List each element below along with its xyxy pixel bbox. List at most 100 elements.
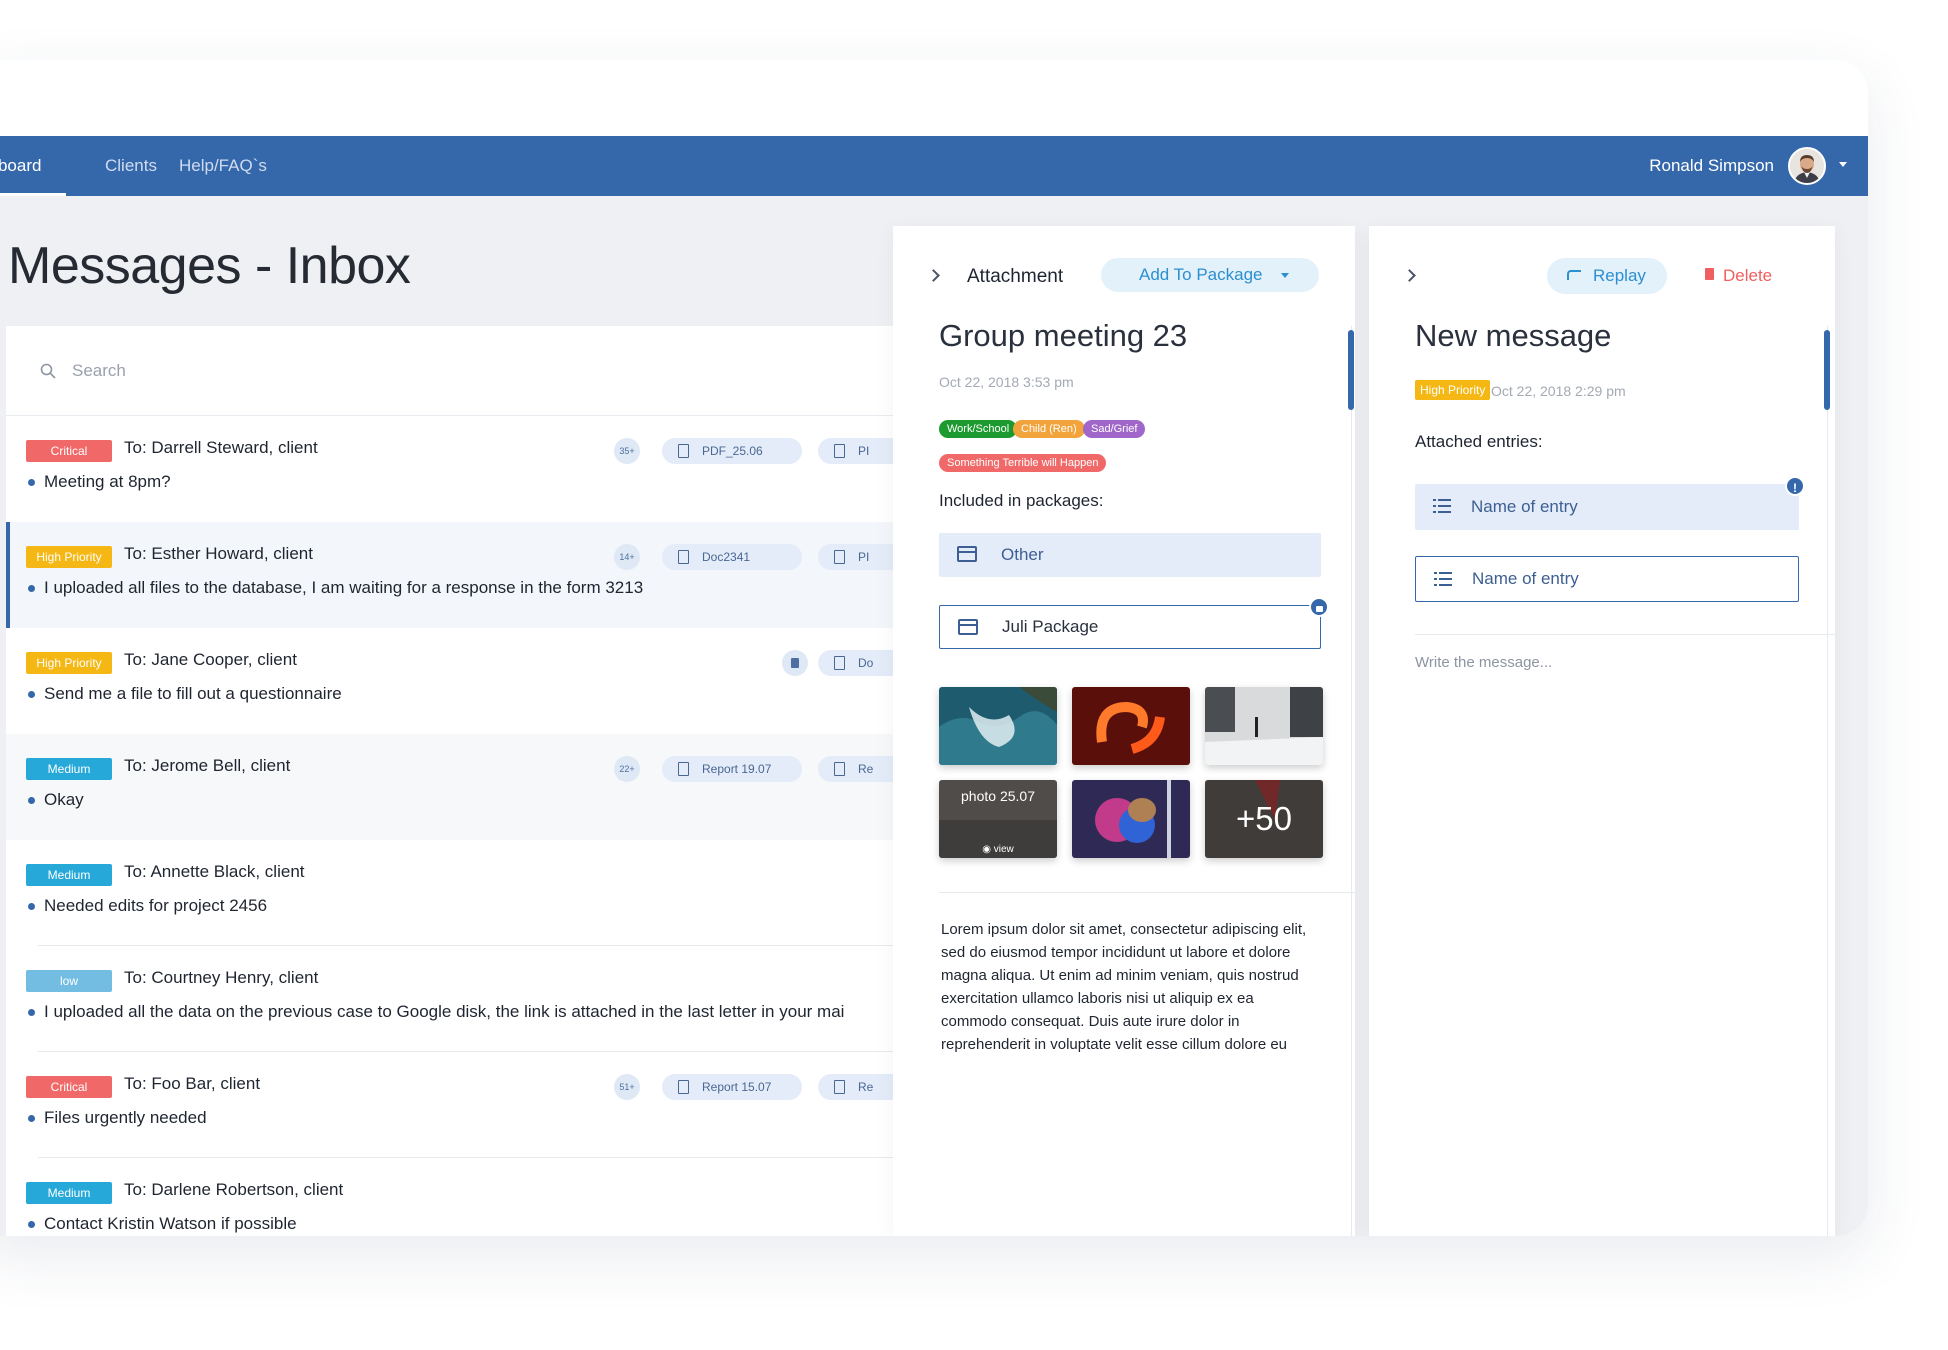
unread-dot xyxy=(28,1115,35,1122)
replay-button[interactable]: Replay xyxy=(1547,258,1667,294)
tag-child-ren[interactable]: Child (Ren) xyxy=(1013,420,1085,438)
trash-icon[interactable] xyxy=(782,650,808,676)
file-attachment-chip[interactable]: PI xyxy=(818,544,896,570)
tab-help-faq[interactable]: Help/FAQ`s xyxy=(179,136,267,196)
message-detail-panel: Attachment Add To Package Group meeting … xyxy=(893,226,1355,1236)
attachment-count[interactable]: 35+ xyxy=(614,438,640,464)
delete-label: Delete xyxy=(1723,266,1773,285)
tag-something-terrible[interactable]: Something Terrible will Happen xyxy=(939,454,1107,472)
file-attachment-chip[interactable]: Report 15.07 xyxy=(662,1074,802,1100)
user-name[interactable]: Ronald Simpson xyxy=(1649,136,1774,196)
message-preview: I uploaded all the data on the previous … xyxy=(44,1002,845,1021)
file-icon xyxy=(678,762,689,776)
photo-thumbnail[interactable] xyxy=(939,687,1057,765)
included-in-packages-label: Included in packages: xyxy=(939,491,1104,510)
file-attachment-chip[interactable]: Do xyxy=(818,650,896,676)
message-title: Group meeting 23 xyxy=(939,318,1188,353)
entry-name: Name of entry xyxy=(1472,569,1579,588)
scrollbar-track xyxy=(1827,326,1828,1236)
message-row[interactable]: High Priority To: Jane Cooper, client Se… xyxy=(6,628,896,734)
add-to-package-dropdown[interactable]: Add To Package xyxy=(1101,258,1319,292)
colorful-photo xyxy=(1072,780,1190,858)
scrollbar-track xyxy=(1351,326,1352,1236)
photo-thumbnail[interactable] xyxy=(1072,780,1190,858)
collapse-chevron-right-icon[interactable] xyxy=(927,269,940,282)
photo-thumbnail[interactable] xyxy=(1072,687,1190,765)
package-label: Other xyxy=(1001,545,1044,564)
message-row-selected[interactable]: High Priority To: Esther Howard, client … xyxy=(6,522,896,628)
message-row[interactable]: Medium To: Annette Black, client Needed … xyxy=(6,840,896,946)
file-attachment-chip[interactable]: Report 19.07 xyxy=(662,756,802,782)
search-input[interactable] xyxy=(72,356,472,386)
priority-badge: Critical xyxy=(26,1076,112,1098)
entry-name: Name of entry xyxy=(1471,497,1578,516)
attachment-count[interactable]: 51+ xyxy=(614,1074,640,1100)
photo-more-thumbnail[interactable]: +50 xyxy=(1205,780,1323,858)
app-window: shboard Clients Help/FAQ`s Ronald Simpso… xyxy=(0,60,1868,1236)
unread-dot xyxy=(28,797,35,804)
message-recipient: To: Esther Howard, client xyxy=(124,544,313,563)
list-icon xyxy=(1434,572,1452,586)
file-name: Report 19.07 xyxy=(702,762,772,776)
delete-button[interactable]: Delete xyxy=(1703,266,1772,286)
file-attachment-chip[interactable]: PI xyxy=(818,438,896,464)
new-message-panel: Replay Delete New message High Priority … xyxy=(1369,226,1835,1236)
file-attachment-chip[interactable]: PDF_25.06 xyxy=(662,438,802,464)
tag-sad-grief[interactable]: Sad/Grief xyxy=(1083,420,1146,438)
unread-dot xyxy=(28,585,35,592)
message-preview: Send me a file to fill out a questionnai… xyxy=(44,684,342,703)
attached-entry[interactable]: Name of entry xyxy=(1415,484,1799,530)
message-recipient: To: Jane Cooper, client xyxy=(124,650,297,669)
scrollbar-thumb[interactable] xyxy=(1824,330,1830,410)
file-name: Re xyxy=(858,762,874,776)
file-icon xyxy=(678,444,689,458)
archive-box-icon xyxy=(957,546,977,562)
file-name: Report 15.07 xyxy=(702,1080,772,1094)
package-other[interactable]: Other xyxy=(939,533,1321,577)
package-label: Juli Package xyxy=(1002,617,1099,636)
tab-clients[interactable]: Clients xyxy=(105,136,157,196)
file-name: Re xyxy=(858,1080,874,1094)
attachment-count[interactable]: 14+ xyxy=(614,544,640,570)
message-recipient: To: Darlene Robertson, client xyxy=(124,1180,344,1199)
file-attachment-chip[interactable]: Doc2341 xyxy=(662,544,802,570)
tab-dashboard[interactable]: shboard xyxy=(0,136,66,196)
user-menu-chevron-down-icon[interactable] xyxy=(1839,162,1847,167)
unread-dot xyxy=(28,479,35,486)
message-row[interactable]: Critical To: Foo Bar, client Files urgen… xyxy=(6,1052,896,1158)
photo-view-link[interactable]: ◉ view xyxy=(939,844,1057,855)
message-recipient: To: Jerome Bell, client xyxy=(124,756,291,775)
file-icon xyxy=(834,762,845,776)
file-name: PDF_25.06 xyxy=(702,444,763,458)
tag-work-school[interactable]: Work/School xyxy=(939,420,1018,438)
unread-dot xyxy=(28,1221,35,1228)
attachment-count[interactable]: 22+ xyxy=(614,756,640,782)
priority-badge: Medium xyxy=(26,1182,112,1204)
message-preview: Meeting at 8pm? xyxy=(44,472,171,491)
alert-info-icon: ! xyxy=(1785,476,1805,496)
collapse-chevron-right-icon[interactable] xyxy=(1403,269,1416,282)
more-photos-count: +50 xyxy=(1236,800,1292,837)
message-row[interactable]: low To: Courtney Henry, client I uploade… xyxy=(6,946,896,1052)
photo-thumbnail-captioned[interactable]: photo 25.07 ◉ view xyxy=(939,780,1057,858)
file-attachment-chip[interactable]: Re xyxy=(818,756,896,782)
reply-arrow-icon xyxy=(1567,270,1581,280)
package-juli[interactable]: Juli Package xyxy=(939,605,1321,649)
message-preview: Files urgently needed xyxy=(44,1108,207,1127)
message-compose-input[interactable] xyxy=(1415,654,1795,694)
message-row[interactable]: Medium To: Jerome Bell, client Okay 22+ … xyxy=(6,734,896,840)
file-attachment-chip[interactable]: Re xyxy=(818,1074,896,1100)
message-row[interactable]: Critical To: Darrell Steward, client Mee… xyxy=(6,416,896,522)
scrollbar-thumb[interactable] xyxy=(1348,330,1354,410)
message-recipient: To: Darrell Steward, client xyxy=(124,438,318,457)
list-icon xyxy=(1433,499,1451,513)
message-row[interactable]: Medium To: Darlene Robertson, client Con… xyxy=(6,1158,896,1236)
photo-thumbnail[interactable] xyxy=(1205,687,1323,765)
message-body: Lorem ipsum dolor sit amet, consectetur … xyxy=(941,921,1307,1060)
message-preview: I uploaded all files to the database, I … xyxy=(44,578,644,597)
message-recipient: To: Annette Black, client xyxy=(124,862,305,881)
attached-entry[interactable]: Name of entry xyxy=(1415,556,1799,602)
file-name: PI xyxy=(858,444,870,458)
replay-label: Replay xyxy=(1593,266,1646,285)
avatar[interactable] xyxy=(1788,147,1826,185)
